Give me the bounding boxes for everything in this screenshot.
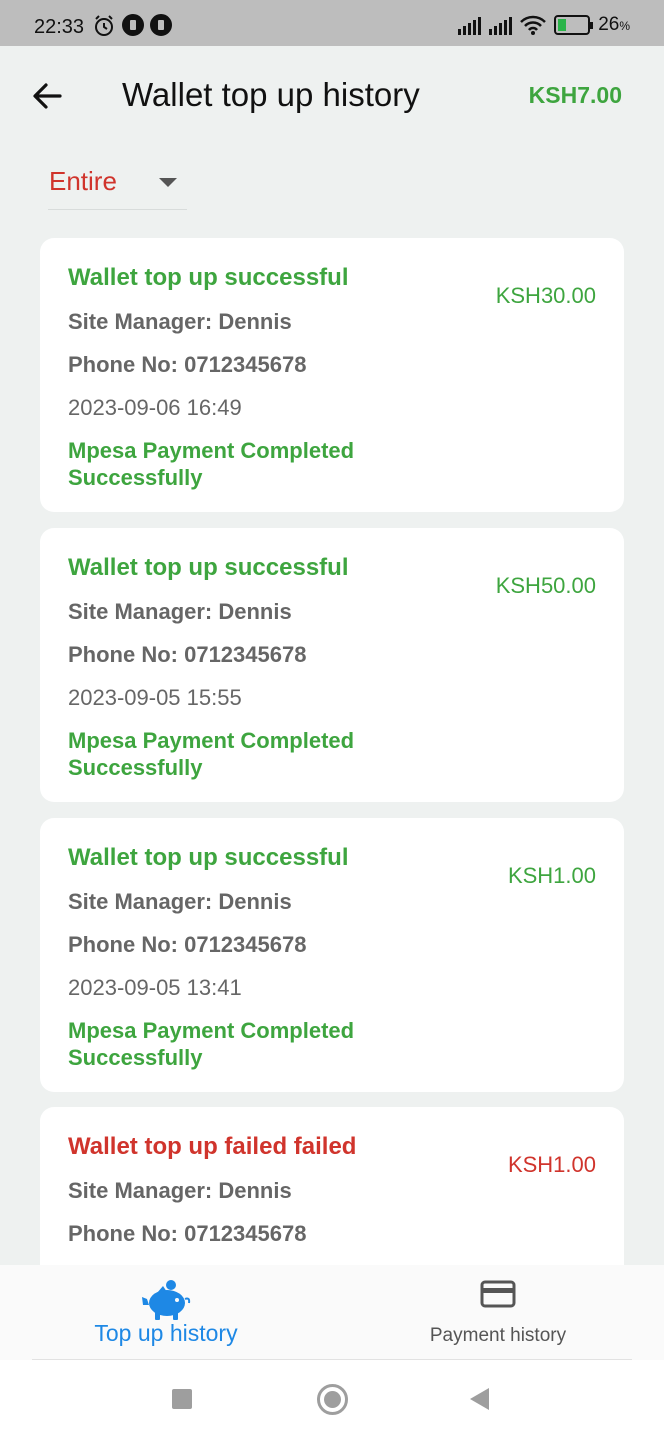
wallet-balance: KSH7.00 xyxy=(528,82,622,108)
tab-payment-history[interactable]: Payment history xyxy=(332,1265,664,1360)
record-datetime: 2023-09-06 16:49 xyxy=(68,395,242,420)
tab-payment-history-label: Payment history xyxy=(429,1325,567,1346)
arrow-left-icon xyxy=(33,83,62,109)
record-datetime: 2023-09-05 15:55 xyxy=(68,685,242,710)
record-title: Wallet top up successful xyxy=(68,554,349,581)
status-left-icons xyxy=(92,14,172,38)
app-bar: Wallet top up history KSH7.00 xyxy=(0,46,664,146)
topup-record-card[interactable]: Wallet top up failed failed KSH1.00 Site… xyxy=(40,1107,624,1265)
app-icon xyxy=(150,14,172,36)
record-manager: Site Manager: Dennis xyxy=(68,599,292,624)
record-amount: KSH50.00 xyxy=(495,573,596,598)
record-manager: Site Manager: Dennis xyxy=(68,889,292,914)
system-back-button[interactable] xyxy=(470,1388,489,1410)
record-status: Mpesa Payment Completed Successfully xyxy=(68,1018,355,1070)
record-title: Wallet top up successful xyxy=(68,264,349,291)
piggy-bank-icon xyxy=(142,1280,191,1320)
topup-record-card[interactable]: Wallet top up successful KSH30.00 Site M… xyxy=(40,238,624,512)
tab-topup-history-label: Top up history xyxy=(94,1320,238,1346)
record-status: Mpesa Payment Completed Successfully xyxy=(68,438,355,490)
topup-record-card[interactable]: Wallet top up successful KSH50.00 Site M… xyxy=(40,528,624,802)
record-phone: Phone No: 0712345678 xyxy=(68,642,307,667)
filter-selected-value: Entire xyxy=(49,166,117,196)
record-manager: Site Manager: Dennis xyxy=(68,309,292,334)
tab-topup-history[interactable]: Top up history xyxy=(0,1265,332,1360)
bottom-navigation: Top up history Payment history xyxy=(0,1265,664,1360)
record-phone: Phone No: 0712345678 xyxy=(68,1221,307,1246)
back-button[interactable] xyxy=(28,76,68,116)
home-button[interactable] xyxy=(317,1384,348,1415)
status-right-icons: 26% xyxy=(458,14,630,36)
filter-dropdown[interactable]: Entire xyxy=(48,160,187,210)
record-title: Wallet top up failed failed xyxy=(68,1133,357,1160)
record-amount: KSH1.00 xyxy=(507,863,596,888)
credit-card-icon xyxy=(480,1280,516,1308)
record-manager: Site Manager: Dennis xyxy=(68,1178,292,1203)
record-datetime: 2023-09-05 13:41 xyxy=(68,975,242,1000)
status-time: 22:33 xyxy=(34,16,85,38)
signal-icon xyxy=(489,15,513,35)
alarm-icon xyxy=(95,15,113,36)
record-amount: KSH1.00 xyxy=(507,1152,596,1177)
system-navigation-bar xyxy=(0,1360,664,1440)
caret-down-icon xyxy=(159,178,177,187)
battery-level: 26% xyxy=(598,14,630,35)
status-bar: 22:33 26% xyxy=(0,0,664,46)
record-phone: Phone No: 0712345678 xyxy=(68,352,307,377)
wifi-icon xyxy=(520,15,547,35)
topup-history-list[interactable]: Wallet top up successful KSH30.00 Site M… xyxy=(40,238,624,1265)
record-amount: KSH30.00 xyxy=(495,283,596,308)
record-title: Wallet top up successful xyxy=(68,844,349,871)
battery-icon xyxy=(554,15,594,35)
signal-icon xyxy=(458,15,482,35)
record-phone: Phone No: 0712345678 xyxy=(68,932,307,957)
recent-apps-button[interactable] xyxy=(172,1389,192,1409)
topup-record-card[interactable]: Wallet top up successful KSH1.00 Site Ma… xyxy=(40,818,624,1092)
app-icon xyxy=(122,14,144,36)
record-status: Mpesa Payment Completed Successfully xyxy=(68,728,355,780)
page-title: Wallet top up history xyxy=(122,76,420,113)
